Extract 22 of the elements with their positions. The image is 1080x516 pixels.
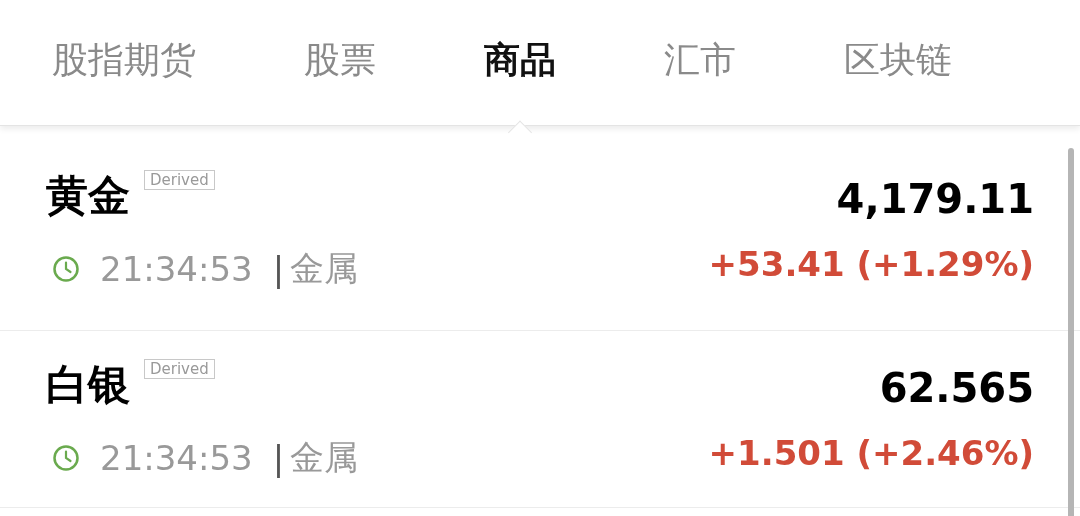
clock-icon <box>52 444 80 472</box>
tab[interactable]: 股指期货 <box>52 36 196 85</box>
separator: | <box>272 438 285 478</box>
commodity-name: 黄金 <box>46 170 130 222</box>
price-change: +53.41 (+1.29%) <box>708 244 1034 284</box>
derived-badge: Derived <box>144 359 215 379</box>
category-label: 金属 <box>290 436 359 479</box>
quote-time: 21:34:53 <box>100 249 253 289</box>
tab[interactable]: 汇市 <box>664 36 736 85</box>
scrollbar[interactable] <box>1068 148 1074 516</box>
separator: | <box>272 249 285 289</box>
tab[interactable]: 商品 <box>484 36 556 85</box>
clock-icon <box>52 255 80 283</box>
quote-time: 21:34:53 <box>100 438 253 478</box>
price: 62.565 <box>879 365 1034 411</box>
tab[interactable]: 股票 <box>304 36 376 85</box>
tab[interactable]: 区块链 <box>844 36 952 85</box>
price: 4,179.11 <box>836 176 1034 222</box>
price-change: +1.501 (+2.46%) <box>708 433 1034 473</box>
derived-badge: Derived <box>144 170 215 190</box>
commodity-name: 白银 <box>46 359 130 411</box>
category-label: 金属 <box>290 247 359 290</box>
